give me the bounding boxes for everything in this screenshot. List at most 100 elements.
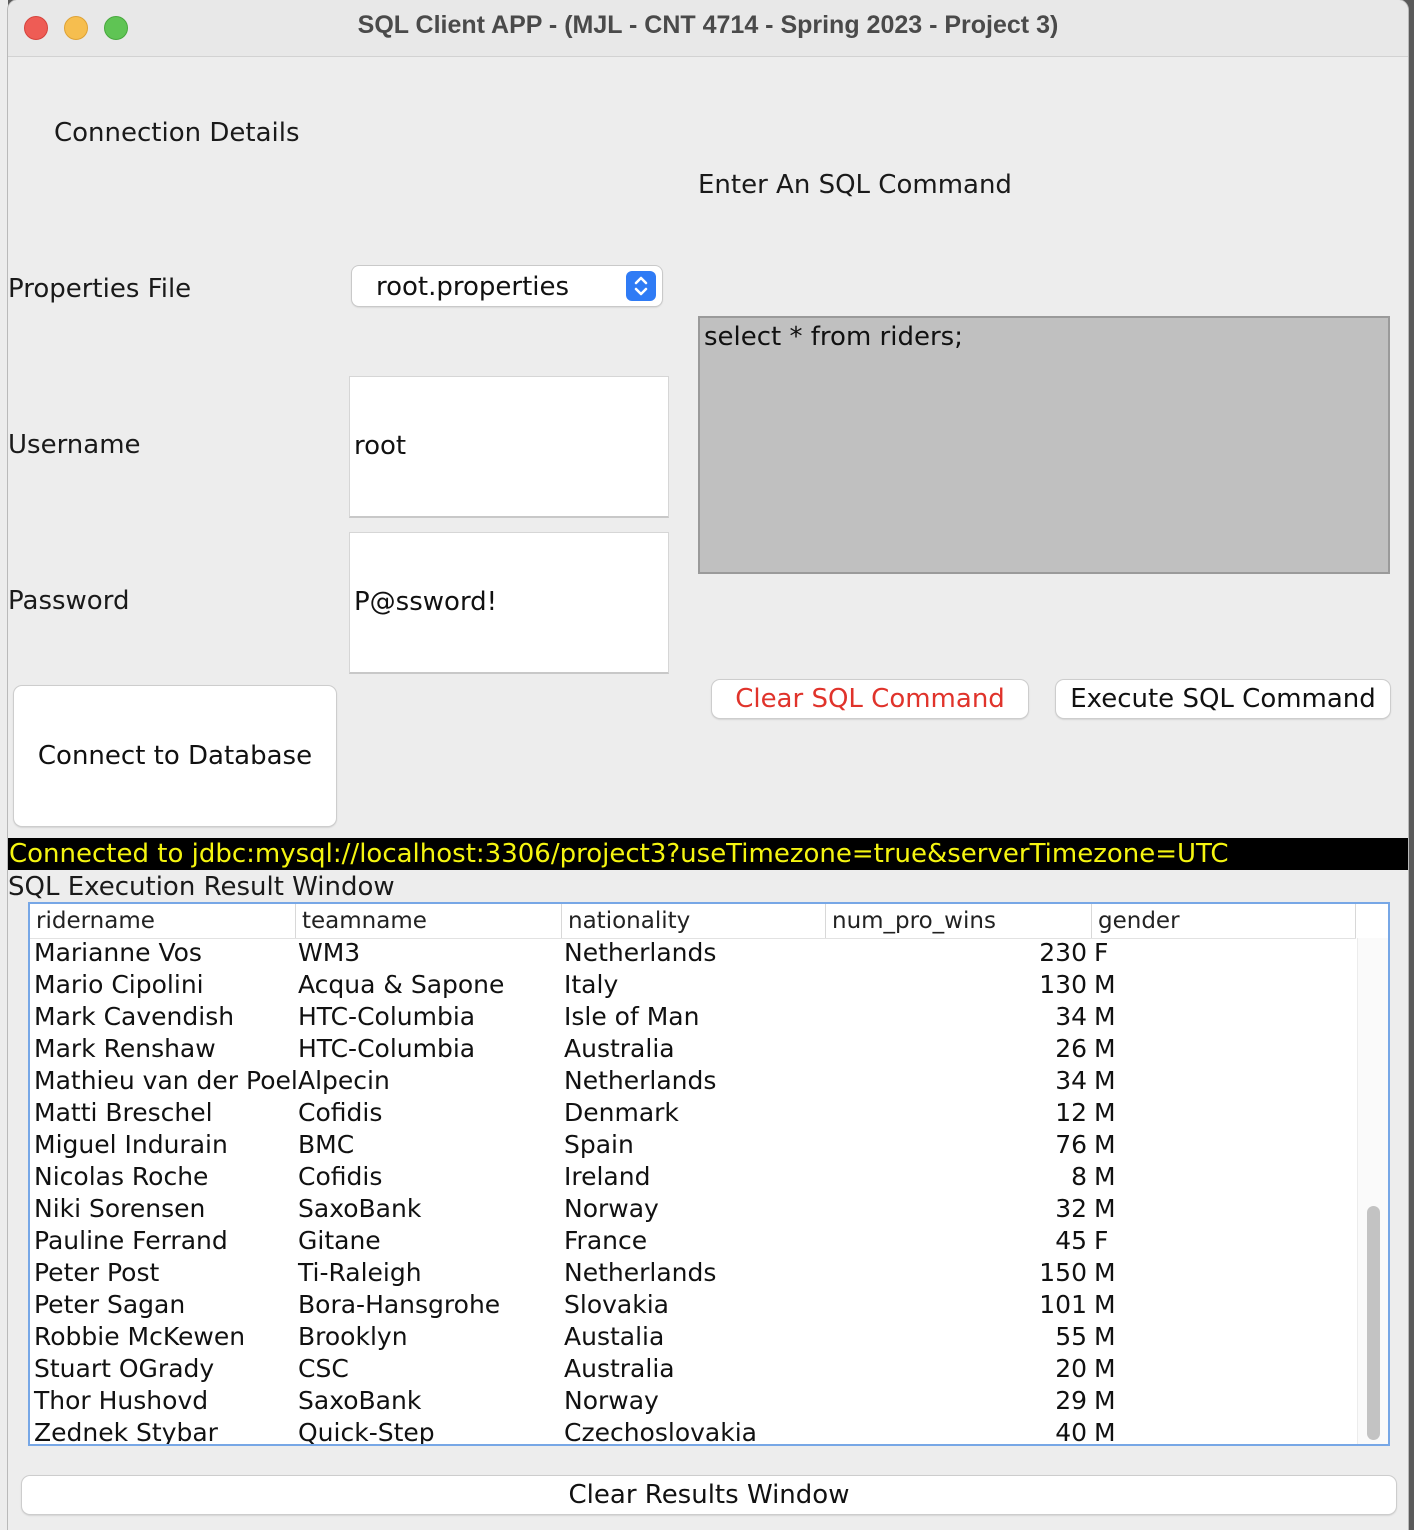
- cell-num-pro-wins: 29: [1055, 1386, 1087, 1415]
- cell-gender: M: [1094, 1354, 1116, 1383]
- table-header: ridername teamname nationality num_pro_w…: [30, 904, 1356, 939]
- cell-nationality: Netherlands: [564, 938, 717, 967]
- properties-file-label: Properties File: [8, 274, 192, 304]
- table-row[interactable]: Marianne Vos WM3 Netherlands 230 F: [30, 938, 1356, 970]
- cell-gender: M: [1094, 1034, 1116, 1063]
- table-row[interactable]: Zednek Stybar Quick-Step Czechoslovakia 40 M: [30, 1418, 1356, 1446]
- clear-results-window-button[interactable]: Clear Results Window: [22, 1476, 1396, 1514]
- table-row[interactable]: Nicolas Roche Cofidis Ireland 8 M: [30, 1162, 1356, 1194]
- cell-num-pro-wins: 20: [1055, 1354, 1087, 1383]
- cell-teamname: SaxoBank: [298, 1386, 422, 1415]
- password-field[interactable]: P@ssword!: [349, 532, 669, 674]
- cell-teamname: CSC: [298, 1354, 349, 1383]
- table-row[interactable]: Mathieu van der Poel Alpecin Netherlands 34…: [30, 1066, 1356, 1098]
- table-row[interactable]: Mario Cipolini Acqua & Sapone Italy 130 M: [30, 970, 1356, 1002]
- cell-ridername: Robbie McKewen: [34, 1322, 246, 1351]
- cell-ridername: Mathieu van der Poel: [34, 1066, 298, 1095]
- cell-gender: M: [1094, 970, 1116, 999]
- execute-sql-command-button[interactable]: Execute SQL Command: [1056, 680, 1390, 718]
- cell-nationality: Czechoslovakia: [564, 1418, 757, 1446]
- cell-gender: M: [1094, 1290, 1116, 1319]
- desktop-background: [0, 0, 8, 1530]
- table-row[interactable]: Matti Breschel Cofidis Denmark 12 M: [30, 1098, 1356, 1130]
- cell-num-pro-wins: 230: [1039, 938, 1087, 967]
- table-row[interactable]: Niki Sorensen SaxoBank Norway 32 M: [30, 1194, 1356, 1226]
- cell-gender: M: [1094, 1098, 1116, 1127]
- cell-nationality: Isle of Man: [564, 1002, 700, 1031]
- cell-ridername: Mark Renshaw: [34, 1034, 216, 1063]
- column-header-teamname[interactable]: teamname: [296, 904, 562, 938]
- results-table[interactable]: ridername teamname nationality num_pro_w…: [28, 902, 1390, 1446]
- cell-nationality: Netherlands: [564, 1258, 717, 1287]
- cell-num-pro-wins: 76: [1055, 1130, 1087, 1159]
- username-value: root: [354, 431, 407, 461]
- column-header-nationality[interactable]: nationality: [562, 904, 826, 938]
- cell-nationality: Denmark: [564, 1098, 679, 1127]
- table-row[interactable]: Mark Renshaw HTC-Columbia Australia 26 M: [30, 1034, 1356, 1066]
- connect-to-database-button[interactable]: Connect to Database: [14, 686, 336, 826]
- cell-gender: M: [1094, 1130, 1116, 1159]
- column-header-num-pro-wins[interactable]: num_pro_wins: [826, 904, 1092, 938]
- cell-teamname: Quick-Step: [298, 1418, 435, 1446]
- cell-teamname: BMC: [298, 1130, 355, 1159]
- cell-gender: M: [1094, 1194, 1116, 1223]
- cell-num-pro-wins: 26: [1055, 1034, 1087, 1063]
- up-down-chevron-icon: [626, 271, 656, 301]
- cell-teamname: HTC-Columbia: [298, 1002, 476, 1031]
- password-label: Password: [8, 586, 130, 616]
- cell-gender: M: [1094, 1322, 1116, 1351]
- cell-num-pro-wins: 130: [1039, 970, 1087, 999]
- cell-teamname: SaxoBank: [298, 1194, 422, 1223]
- username-label: Username: [8, 430, 141, 460]
- column-header-ridername[interactable]: ridername: [30, 904, 296, 938]
- connection-details-heading: Connection Details: [54, 118, 300, 148]
- cell-nationality: Australia: [564, 1034, 675, 1063]
- cell-ridername: Niki Sorensen: [34, 1194, 206, 1223]
- username-field[interactable]: root: [349, 376, 669, 518]
- cell-num-pro-wins: 55: [1055, 1322, 1087, 1351]
- table-row[interactable]: Pauline Ferrand Gitane France 45 F: [30, 1226, 1356, 1258]
- cell-nationality: Austalia: [564, 1322, 665, 1351]
- cell-nationality: Ireland: [564, 1162, 651, 1191]
- table-row[interactable]: Peter Sagan Bora-Hansgrohe Slovakia 101 M: [30, 1290, 1356, 1322]
- table-row[interactable]: Stuart OGrady CSC Australia 20 M: [30, 1354, 1356, 1386]
- sql-command-text: select * from riders;: [704, 322, 963, 352]
- properties-file-select[interactable]: root.properties: [352, 266, 662, 306]
- cell-teamname: HTC-Columbia: [298, 1034, 476, 1063]
- cell-nationality: Norway: [564, 1194, 659, 1223]
- cell-nationality: France: [564, 1226, 648, 1255]
- table-row[interactable]: Thor Hushovd SaxoBank Norway 29 M: [30, 1386, 1356, 1418]
- cell-num-pro-wins: 34: [1055, 1066, 1087, 1095]
- cell-teamname: Cofidis: [298, 1162, 383, 1191]
- sql-command-input[interactable]: select * from riders;: [698, 316, 1390, 574]
- cell-ridername: Stuart OGrady: [34, 1354, 215, 1383]
- sql-command-heading: Enter An SQL Command: [698, 170, 1012, 200]
- clear-sql-command-button[interactable]: Clear SQL Command: [712, 680, 1028, 718]
- cell-ridername: Peter Post: [34, 1258, 160, 1287]
- cell-teamname: Acqua & Sapone: [298, 970, 505, 999]
- cell-teamname: Cofidis: [298, 1098, 383, 1127]
- cell-ridername: Mario Cipolini: [34, 970, 204, 999]
- cell-gender: M: [1094, 1418, 1116, 1446]
- cell-num-pro-wins: 101: [1039, 1290, 1087, 1319]
- cell-teamname: Ti-Raleigh: [298, 1258, 422, 1287]
- cell-num-pro-wins: 34: [1055, 1002, 1087, 1031]
- window-title: SQL Client APP - (MJL - CNT 4714 - Sprin…: [357, 11, 1059, 39]
- table-row[interactable]: Robbie McKewen Brooklyn Austalia 55 M: [30, 1322, 1356, 1354]
- cell-nationality: Slovakia: [564, 1290, 669, 1319]
- connection-status-bar: Connected to jdbc:mysql://localhost:3306…: [8, 838, 1408, 870]
- cell-ridername: Pauline Ferrand: [34, 1226, 228, 1255]
- cell-gender: M: [1094, 1386, 1116, 1415]
- properties-file-value: root.properties: [376, 272, 570, 302]
- result-window-title: SQL Execution Result Window: [8, 872, 395, 902]
- title-bar: SQL Client APP - (MJL - CNT 4714 - Sprin…: [8, 0, 1408, 57]
- column-header-gender[interactable]: gender: [1092, 904, 1356, 938]
- cell-teamname: Brooklyn: [298, 1322, 408, 1351]
- table-row[interactable]: Mark Cavendish HTC-Columbia Isle of Man 34 M: [30, 1002, 1356, 1034]
- scrollbar-thumb[interactable]: [1367, 1206, 1380, 1440]
- vertical-scrollbar[interactable]: [1357, 938, 1388, 1444]
- cell-gender: M: [1094, 1258, 1116, 1287]
- cell-teamname: Alpecin: [298, 1066, 390, 1095]
- table-row[interactable]: Peter Post Ti-Raleigh Netherlands 150 M: [30, 1258, 1356, 1290]
- table-row[interactable]: Miguel Indurain BMC Spain 76 M: [30, 1130, 1356, 1162]
